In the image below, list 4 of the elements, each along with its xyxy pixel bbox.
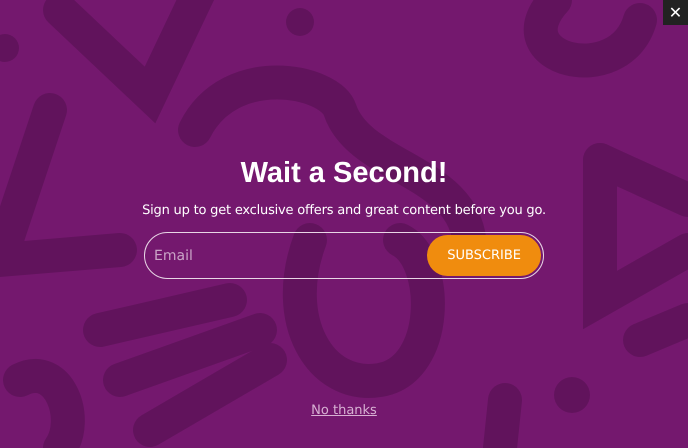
close-button[interactable]: ✕ [663, 0, 688, 25]
popup-title: Wait a Second! [240, 156, 448, 191]
popup-subtitle: Sign up to get exclusive offers and great content before you go. [142, 202, 546, 220]
no-thanks-link[interactable]: No thanks [311, 403, 377, 418]
